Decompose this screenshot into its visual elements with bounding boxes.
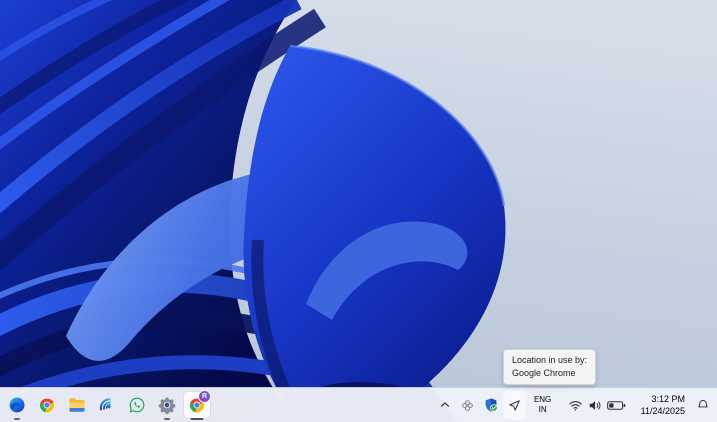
location-in-use-icon [507,398,522,413]
notification-center-button[interactable] [693,391,713,419]
wifi-icon [568,399,583,412]
network-volume-battery-button[interactable] [561,391,633,419]
system-tray: ENG IN 3:12 PM 11/24/2025 [435,391,717,419]
taskbar-app-whatsapp[interactable] [123,389,151,421]
running-indicator [14,417,20,420]
settings-gear-icon [154,392,180,418]
whatsapp-icon [124,392,150,418]
desktop: Location in use by: Google Chrome R ENG … [0,0,717,422]
clock[interactable]: 3:12 PM 11/24/2025 [635,391,691,419]
location-tooltip: Location in use by: Google Chrome [503,349,597,386]
edge-icon [4,392,30,418]
language-line2: IN [538,405,547,414]
spiral-wave-app-icon [94,392,120,418]
active-indicator [190,417,204,420]
location-tooltip-line2: Google Chrome [512,368,576,379]
taskbar-app-edge[interactable] [3,389,31,421]
location-tooltip-line1: Location in use by: [512,355,588,365]
clock-time: 3:12 PM [651,393,685,404]
volume-icon [588,399,602,412]
show-hidden-icons-button[interactable] [435,391,455,419]
taskbar-app-settings[interactable] [153,389,181,421]
running-indicator [164,417,170,420]
location-in-use-button[interactable] [503,391,525,419]
tray-flower-app-button[interactable] [457,391,478,419]
desktop-wallpaper-bloom [0,0,717,422]
taskbar-app-spiral-wave[interactable] [93,389,121,421]
file-explorer-icon [64,392,90,418]
taskbar: R ENG IN 3:12 PM 11/24/2025 [0,387,717,422]
flower-app-icon [460,398,475,413]
chevron-up-icon [438,398,452,412]
taskbar-app-file-explorer[interactable] [63,389,91,421]
language-line1: ENG [533,394,552,404]
security-shield-check-icon [483,397,499,413]
battery-icon [606,400,626,411]
clock-date: 11/24/2025 [640,406,685,416]
taskbar-app-chrome[interactable] [33,389,61,421]
notification-bell-icon [696,398,710,412]
taskbar-apps: R [0,389,211,421]
profile-badge: R [198,390,211,403]
chrome-icon [34,392,60,418]
language-indicator[interactable]: ENG IN [527,391,559,419]
windows-security-button[interactable] [480,391,502,419]
taskbar-app-chrome-profile[interactable]: R [183,389,211,421]
